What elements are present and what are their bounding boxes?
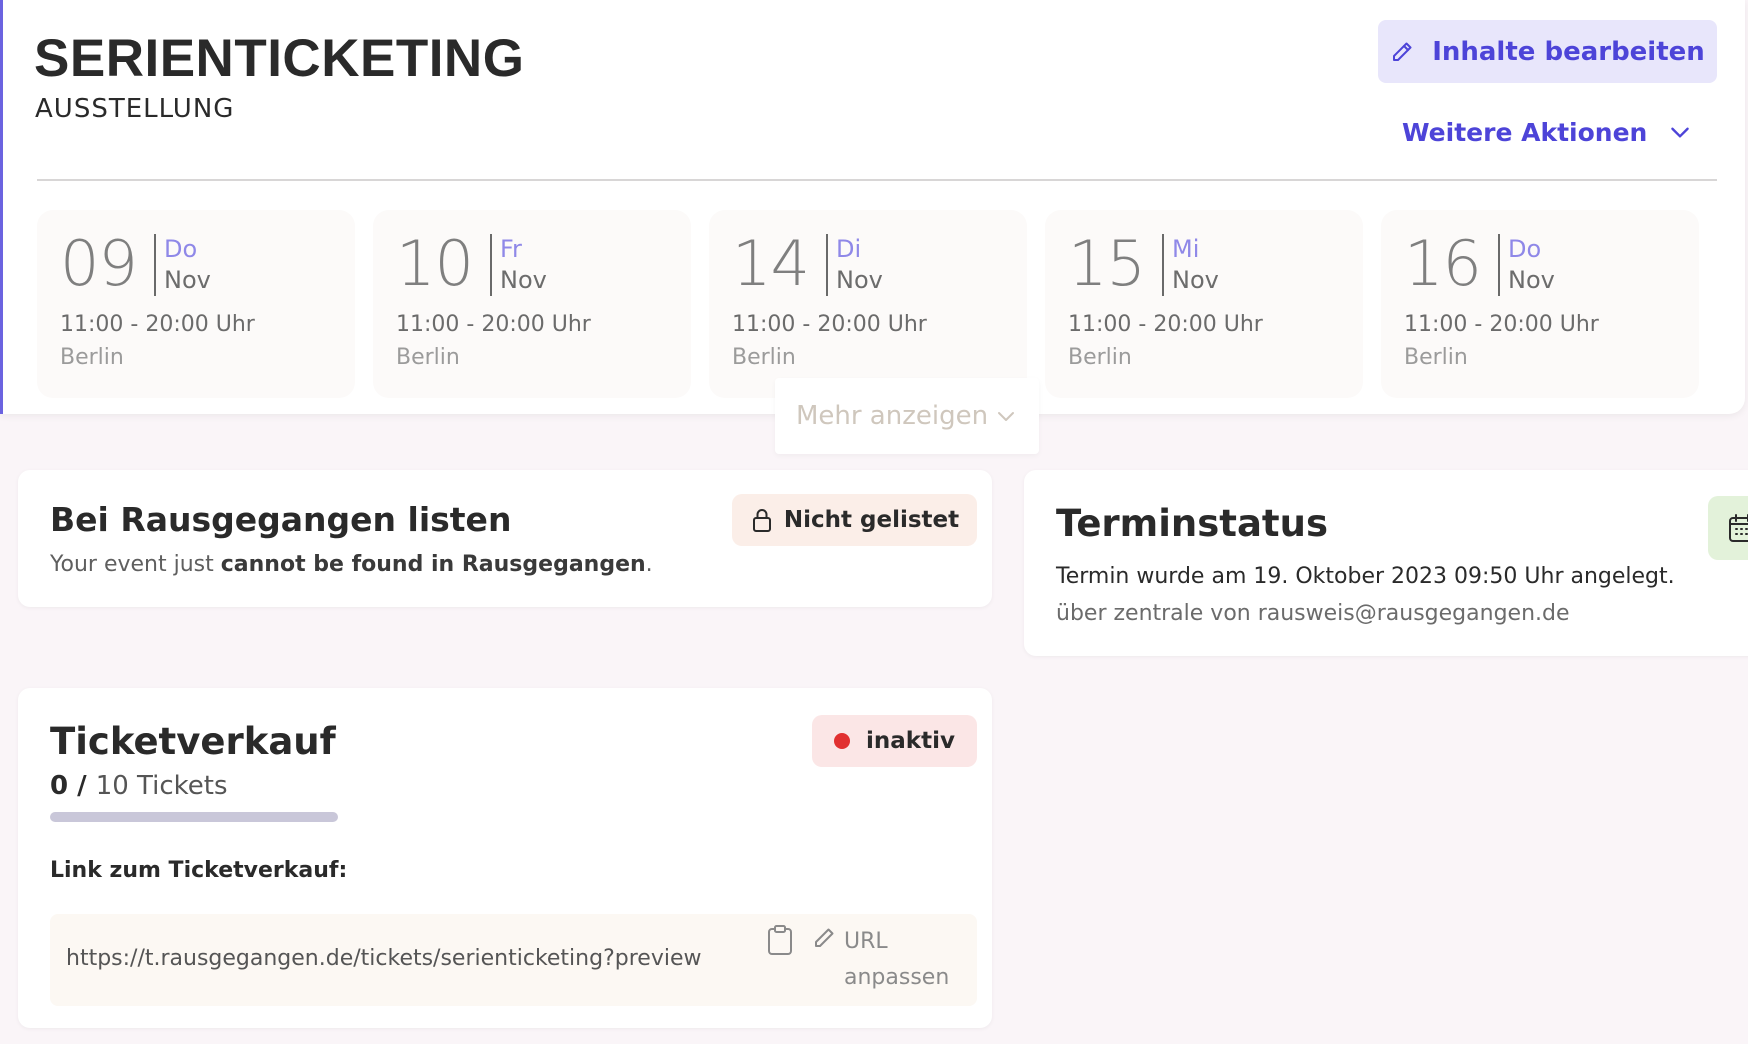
inactive-dot-icon bbox=[834, 733, 851, 749]
calendar-button[interactable] bbox=[1708, 496, 1748, 560]
listing-status-badge[interactable]: Nicht gelistet bbox=[732, 494, 977, 546]
date-card[interactable]: 16 Do Nov 11:00 - 20:00 Uhr Berlin bbox=[1381, 210, 1699, 398]
ticket-count: 0 / 10 Tickets bbox=[50, 771, 228, 801]
event-title: SERIENTICKETING bbox=[34, 29, 525, 88]
ticket-sales-title: Ticketverkauf bbox=[50, 720, 336, 763]
adjust-url-button[interactable]: URL anpassen bbox=[844, 924, 964, 996]
date-weekday: Do bbox=[1508, 235, 1542, 263]
pencil-icon bbox=[815, 928, 834, 947]
date-separator bbox=[490, 234, 492, 296]
date-city: Berlin bbox=[732, 345, 796, 370]
date-weekday: Do bbox=[164, 235, 198, 263]
date-separator bbox=[1498, 234, 1500, 296]
date-list: 09 Do Nov 11:00 - 20:00 Uhr Berlin 10 Fr… bbox=[37, 210, 1699, 398]
ticket-sales-card: Ticketverkauf 0 / 10 Tickets inaktiv Lin… bbox=[18, 688, 992, 1028]
date-month: Nov bbox=[1172, 266, 1219, 294]
date-weekday: Mi bbox=[1172, 235, 1200, 263]
more-actions-label: Weitere Aktionen bbox=[1402, 117, 1648, 147]
event-header-card: SERIENTICKETING AUSSTELLUNG Inhalte bear… bbox=[0, 0, 1745, 414]
status-created-text: Termin wurde am 19. Oktober 2023 09:50 U… bbox=[1056, 564, 1675, 589]
listing-status-label: Nicht gelistet bbox=[783, 507, 960, 533]
appointment-status-card: Terminstatus Termin wurde am 19. Oktober… bbox=[1024, 470, 1748, 656]
edit-content-label: Inhalte bearbeiten bbox=[1432, 36, 1705, 67]
date-card[interactable]: 09 Do Nov 11:00 - 20:00 Uhr Berlin bbox=[37, 210, 355, 398]
date-city: Berlin bbox=[1068, 345, 1132, 370]
listing-text-after: . bbox=[645, 552, 653, 577]
listing-text-before: Your event just bbox=[50, 552, 221, 577]
date-day: 16 bbox=[1404, 227, 1482, 300]
status-created-by: über zentrale von rausweis@rausgegangen.… bbox=[1056, 601, 1570, 626]
date-card[interactable]: 15 Mi Nov 11:00 - 20:00 Uhr Berlin bbox=[1045, 210, 1363, 398]
date-time: 11:00 - 20:00 Uhr bbox=[60, 312, 255, 337]
date-month: Nov bbox=[500, 266, 547, 294]
chevron-down-icon bbox=[1671, 127, 1690, 138]
listing-text-bold: cannot be found in Rausgegangen bbox=[220, 552, 646, 577]
date-day: 09 bbox=[60, 227, 138, 300]
date-month: Nov bbox=[836, 266, 883, 294]
listing-title: Bei Rausgegangen listen bbox=[50, 500, 512, 539]
date-day: 15 bbox=[1068, 227, 1146, 300]
date-time: 11:00 - 20:00 Uhr bbox=[396, 312, 591, 337]
show-more-label: Mehr anzeigen bbox=[795, 401, 989, 431]
listing-card: Bei Rausgegangen listen Your event just … bbox=[18, 470, 992, 607]
ticket-progress-bar bbox=[50, 812, 338, 822]
date-city: Berlin bbox=[60, 345, 124, 370]
chevron-down-icon bbox=[998, 412, 1015, 421]
clipboard-icon[interactable] bbox=[766, 924, 794, 956]
date-time: 11:00 - 20:00 Uhr bbox=[1404, 312, 1599, 337]
edit-content-button[interactable]: Inhalte bearbeiten bbox=[1378, 20, 1717, 83]
tickets-unit: Tickets bbox=[128, 771, 228, 801]
calendar-icon bbox=[1729, 514, 1748, 542]
tickets-total: 10 bbox=[95, 771, 129, 801]
ticket-status-badge[interactable]: inaktiv bbox=[812, 715, 977, 767]
date-city: Berlin bbox=[1404, 345, 1468, 370]
date-separator bbox=[154, 234, 156, 296]
date-day: 14 bbox=[732, 227, 810, 300]
tickets-separator: / bbox=[68, 771, 96, 801]
date-month: Nov bbox=[1508, 266, 1555, 294]
date-day: 10 bbox=[396, 227, 474, 300]
date-card[interactable]: 14 Di Nov 11:00 - 20:00 Uhr Berlin bbox=[709, 210, 1027, 398]
ticket-link-box: https://t.rausgegangen.de/tickets/serien… bbox=[50, 914, 977, 1006]
date-weekday: Fr bbox=[500, 235, 522, 263]
header-divider bbox=[37, 179, 1717, 181]
more-actions-dropdown[interactable]: Weitere Aktionen bbox=[1402, 110, 1693, 154]
tickets-sold: 0 bbox=[50, 771, 69, 801]
date-city: Berlin bbox=[396, 345, 460, 370]
status-title: Terminstatus bbox=[1056, 502, 1328, 545]
lock-icon bbox=[752, 509, 771, 532]
date-time: 11:00 - 20:00 Uhr bbox=[732, 312, 927, 337]
date-time: 11:00 - 20:00 Uhr bbox=[1068, 312, 1263, 337]
date-weekday: Di bbox=[836, 235, 862, 263]
event-detail-page: SERIENTICKETING AUSSTELLUNG Inhalte bear… bbox=[0, 0, 1748, 1044]
ticket-link-url[interactable]: https://t.rausgegangen.de/tickets/serien… bbox=[66, 946, 726, 971]
date-separator bbox=[826, 234, 828, 296]
listing-description: Your event just cannot be found in Rausg… bbox=[50, 552, 653, 577]
event-type: AUSSTELLUNG bbox=[35, 94, 235, 124]
show-more-dates-button[interactable]: Mehr anzeigen bbox=[775, 378, 1039, 454]
ticket-status-label: inaktiv bbox=[866, 728, 955, 754]
pencil-icon bbox=[1393, 42, 1412, 61]
date-card[interactable]: 10 Fr Nov 11:00 - 20:00 Uhr Berlin bbox=[373, 210, 691, 398]
date-separator bbox=[1162, 234, 1164, 296]
ticket-link-label: Link zum Ticketverkauf: bbox=[50, 858, 348, 883]
date-month: Nov bbox=[164, 266, 211, 294]
